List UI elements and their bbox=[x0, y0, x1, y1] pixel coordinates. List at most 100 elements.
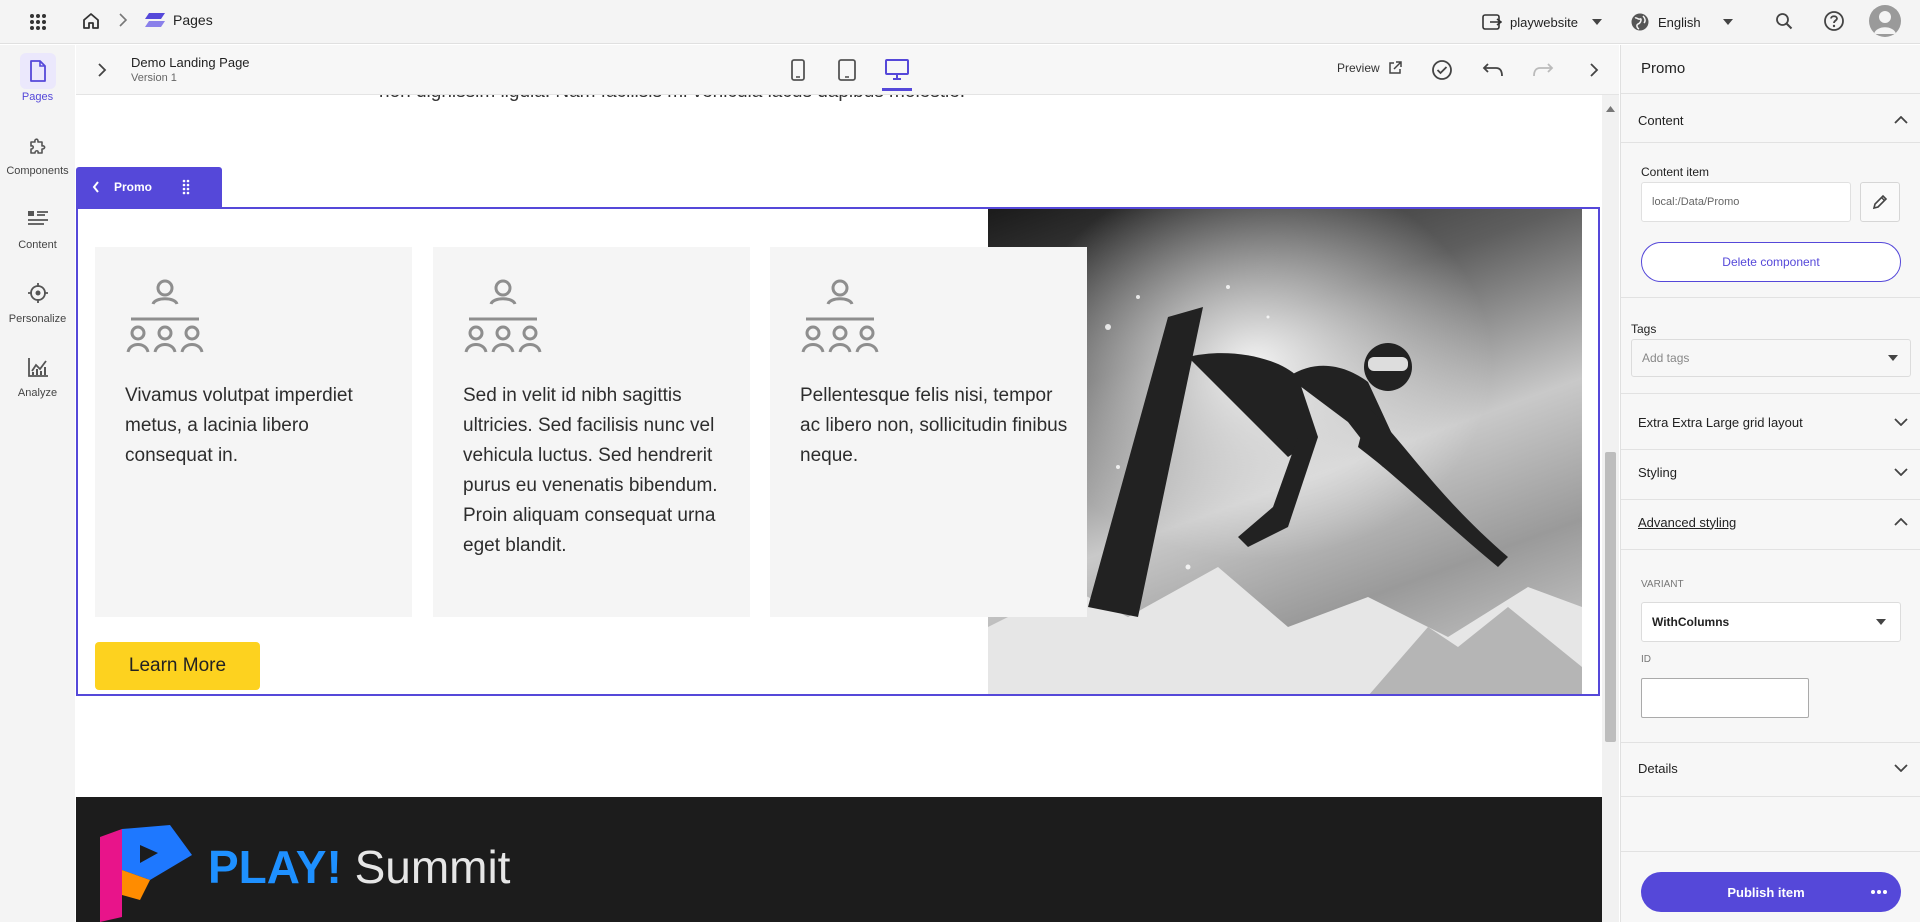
check-circle-icon[interactable] bbox=[1430, 58, 1454, 82]
puzzle-icon bbox=[20, 127, 56, 163]
play-logo-icon bbox=[100, 825, 192, 922]
undo-icon[interactable] bbox=[1481, 58, 1505, 82]
tags-placeholder: Add tags bbox=[1642, 351, 1690, 365]
globe-icon bbox=[1630, 12, 1650, 32]
preview-button[interactable]: Preview bbox=[1337, 61, 1402, 75]
grid-layout-section-header[interactable]: Extra Extra Large grid layout bbox=[1638, 412, 1908, 432]
section-label: Extra Extra Large grid layout bbox=[1638, 414, 1803, 430]
nav-item-analyze[interactable]: Analyze bbox=[0, 349, 75, 399]
divider bbox=[1621, 499, 1920, 500]
language-selector[interactable]: English bbox=[1630, 10, 1733, 34]
expand-panel-icon[interactable] bbox=[90, 58, 114, 82]
breadcrumb-pages[interactable]: Pages bbox=[173, 12, 213, 28]
promo-component[interactable]: Vivamus volutpat imperdiet metus, a laci… bbox=[76, 207, 1600, 696]
nav-item-pages[interactable]: Pages bbox=[0, 53, 75, 103]
chevron-right-icon bbox=[118, 13, 128, 32]
editor-toolbar: Demo Landing Page Version 1 Preview bbox=[76, 45, 1619, 95]
panel-title: Promo bbox=[1641, 60, 1686, 77]
nav-item-content[interactable]: Content bbox=[0, 201, 75, 251]
learn-more-button[interactable]: Learn More bbox=[95, 642, 260, 690]
variant-value: WithColumns bbox=[1652, 615, 1730, 629]
desktop-device-icon[interactable] bbox=[882, 55, 912, 85]
divider bbox=[1621, 549, 1920, 550]
tags-label: Tags bbox=[1631, 322, 1657, 336]
card-text: Sed in velit id nibh sagittis ultricies.… bbox=[463, 385, 718, 556]
id-label: ID bbox=[1641, 654, 1651, 665]
advanced-styling-section-header[interactable]: Advanced styling bbox=[1638, 512, 1908, 532]
section-label: Advanced styling bbox=[1638, 514, 1737, 530]
chevron-left-icon[interactable] bbox=[92, 181, 100, 193]
section-label: Details bbox=[1638, 760, 1678, 776]
divider bbox=[1621, 851, 1920, 852]
more-options-icon[interactable] bbox=[1871, 890, 1887, 894]
site-name: playwebsite bbox=[1510, 14, 1578, 30]
page-icon bbox=[19, 53, 56, 89]
chevron-up-icon bbox=[1894, 116, 1908, 124]
content-list-icon bbox=[20, 201, 56, 237]
promo-card: Vivamus volutpat imperdiet metus, a laci… bbox=[95, 247, 412, 617]
nav-item-label: Content bbox=[18, 239, 57, 251]
site-switch-icon bbox=[1482, 13, 1502, 31]
publish-button[interactable]: Publish item bbox=[1641, 872, 1901, 912]
analytics-icon bbox=[20, 349, 56, 385]
scroll-thumb[interactable] bbox=[1605, 452, 1616, 742]
people-group-icon bbox=[800, 277, 880, 362]
divider bbox=[1621, 742, 1920, 743]
variant-select[interactable]: WithColumns bbox=[1641, 602, 1901, 642]
card-text: Vivamus volutpat imperdiet metus, a laci… bbox=[125, 385, 353, 466]
brand-summit: Summit bbox=[354, 841, 511, 893]
divider bbox=[1621, 297, 1920, 298]
nav-item-label: Personalize bbox=[8, 313, 67, 325]
page-canvas: non dignissim ligula. Nam facilisis mi v… bbox=[76, 95, 1602, 922]
mobile-device-icon[interactable] bbox=[786, 57, 810, 83]
content-item-field[interactable]: local:/Data/Promo bbox=[1641, 182, 1851, 222]
footer-brand: PLAY! Summit bbox=[208, 842, 510, 892]
component-tab[interactable]: Promo bbox=[76, 167, 222, 207]
section-label: Styling bbox=[1638, 464, 1678, 480]
page-name: Demo Landing Page bbox=[131, 55, 250, 70]
promo-card: Sed in velit id nibh sagittis ultricies.… bbox=[433, 247, 750, 617]
divider bbox=[1621, 449, 1920, 450]
search-icon[interactable] bbox=[1772, 9, 1796, 33]
body-text: non dignissim ligula. Nam facilisis mi v… bbox=[379, 95, 965, 103]
page-version: Version 1 bbox=[131, 72, 177, 84]
component-name: Promo bbox=[114, 180, 153, 194]
id-input[interactable] bbox=[1641, 678, 1809, 718]
caret-down-icon bbox=[1591, 19, 1602, 25]
edit-icon[interactable] bbox=[1860, 182, 1900, 222]
language-name: English bbox=[1658, 14, 1701, 30]
content-item-label: Content item bbox=[1641, 165, 1710, 179]
content-item-value: local:/Data/Promo bbox=[1652, 196, 1740, 208]
chevron-down-icon bbox=[1894, 418, 1908, 426]
delete-component-button[interactable]: Delete component bbox=[1641, 242, 1901, 282]
chevron-right-icon[interactable] bbox=[1582, 58, 1606, 82]
details-section-header[interactable]: Details bbox=[1638, 758, 1908, 778]
styling-section-header[interactable]: Styling bbox=[1638, 462, 1908, 482]
home-icon[interactable] bbox=[79, 9, 103, 33]
divider bbox=[1621, 796, 1920, 797]
help-icon[interactable] bbox=[1822, 9, 1846, 33]
card-text: Pellentesque felis nisi, tempor ac liber… bbox=[800, 385, 1068, 466]
caret-down-icon bbox=[1722, 19, 1733, 25]
properties-panel: Promo Content Content item local:/Data/P… bbox=[1620, 45, 1920, 922]
chevron-up-icon bbox=[1894, 518, 1908, 526]
tags-input[interactable]: Add tags bbox=[1631, 339, 1911, 377]
nav-item-personalize[interactable]: Personalize bbox=[0, 275, 75, 325]
tablet-device-icon[interactable] bbox=[834, 57, 860, 83]
section-label: Content bbox=[1638, 112, 1684, 128]
top-bar: Pages playwebsite English bbox=[0, 0, 1920, 44]
app-launcher-icon[interactable] bbox=[26, 10, 50, 34]
variant-label: VARIANT bbox=[1641, 579, 1684, 590]
target-icon bbox=[20, 275, 56, 311]
nav-item-label: Pages bbox=[21, 91, 54, 103]
scroll-up-icon[interactable] bbox=[1606, 99, 1615, 117]
redo-icon[interactable] bbox=[1531, 58, 1555, 82]
avatar[interactable] bbox=[1869, 5, 1901, 37]
content-section-header[interactable]: Content bbox=[1638, 110, 1908, 130]
caret-down-icon bbox=[1888, 355, 1898, 361]
drag-handle-icon[interactable] bbox=[182, 179, 190, 195]
nav-item-components[interactable]: Components bbox=[0, 127, 75, 177]
chevron-down-icon bbox=[1894, 764, 1908, 772]
people-group-icon bbox=[463, 277, 543, 362]
site-selector[interactable]: playwebsite bbox=[1482, 10, 1602, 34]
